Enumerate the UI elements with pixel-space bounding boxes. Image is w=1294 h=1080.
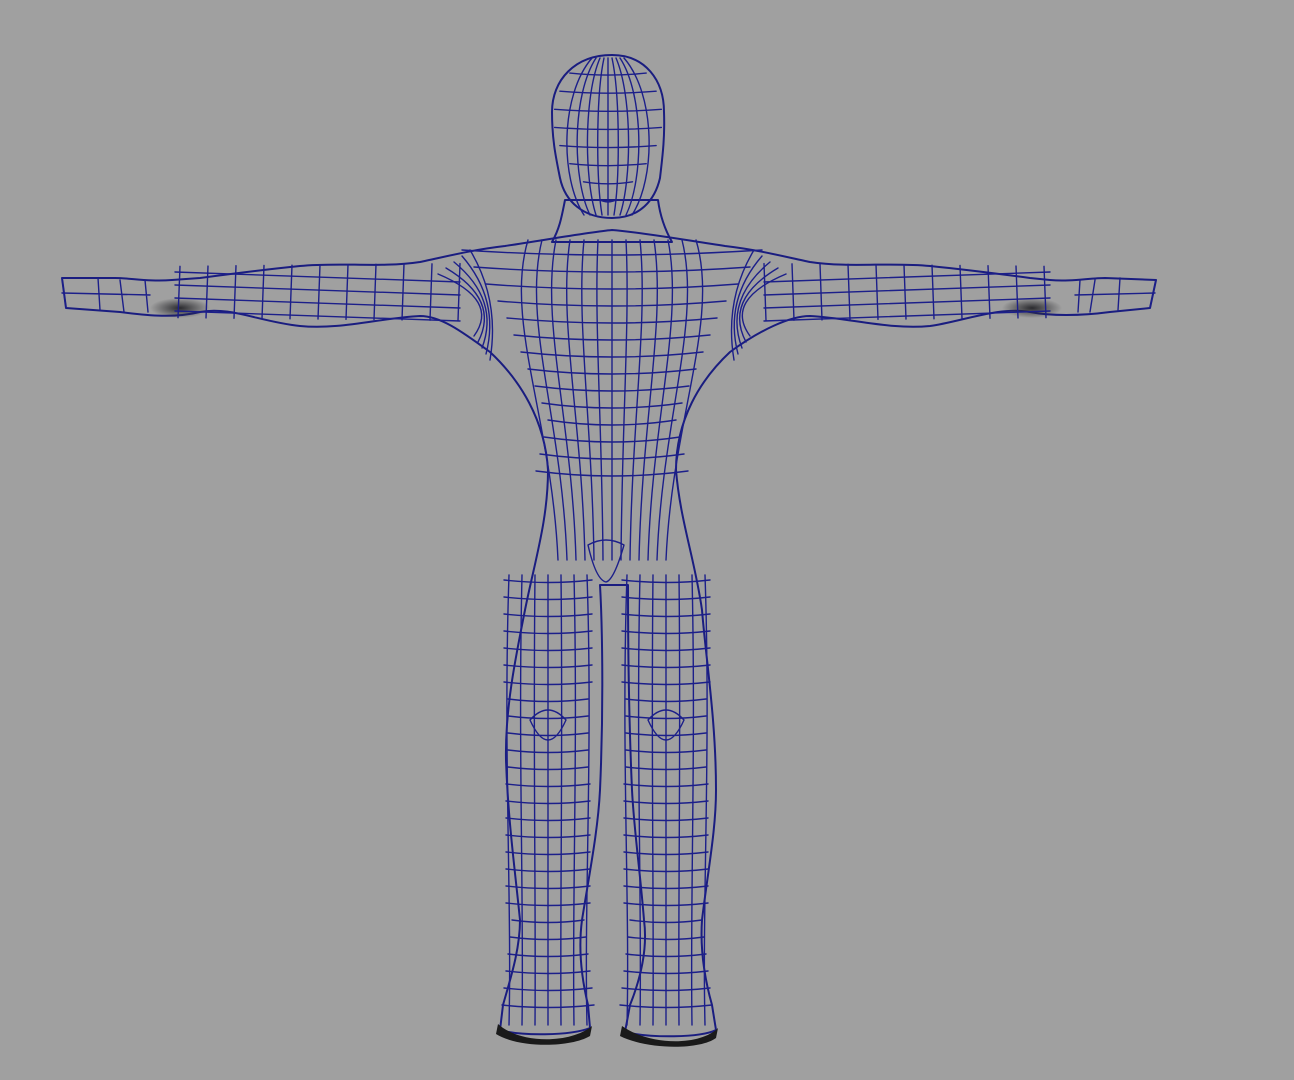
arm-ring-line [401, 263, 405, 321]
arm-ring-line [289, 264, 293, 320]
torso-column-line [596, 239, 604, 561]
leg-column-line [637, 574, 642, 1026]
arm-ring-line [429, 263, 433, 321]
torso-column-line [620, 239, 628, 561]
leg-column-line [572, 574, 577, 1026]
viewport-canvas[interactable] [0, 0, 1294, 1080]
right-fingers [1074, 277, 1157, 313]
head-column-line [611, 57, 619, 216]
torso-legs-surface[interactable] [61, 229, 1157, 1038]
arm-loop-line [763, 284, 1051, 296]
mesh-wireframe[interactable] [174, 57, 1051, 1026]
arm-ring-line [763, 262, 767, 322]
head[interactable] [551, 54, 673, 243]
contact-shadows [150, 298, 1062, 1047]
leg-column-line [624, 574, 629, 1026]
left-fingers [61, 277, 151, 313]
arm-loop-line [763, 271, 1051, 283]
leg-column-line [519, 574, 524, 1026]
arm-ring-line [317, 264, 321, 320]
arm-loop-line [174, 297, 461, 309]
head-column-line [597, 57, 605, 216]
arm-ring-line [261, 264, 265, 320]
arm-ring-line [457, 262, 461, 322]
shoulder-line [461, 255, 491, 355]
leg-column-line [560, 574, 563, 1026]
hand-fingers-wire [61, 277, 1157, 313]
leg-column-line [585, 574, 590, 1026]
right-hand-shadow [1002, 298, 1062, 318]
leg-column-line [678, 574, 681, 1026]
arm-loop-line [174, 284, 461, 296]
arm-ring-line [791, 263, 795, 321]
mesh-shaded-surface[interactable] [61, 229, 1157, 1038]
arm-ring-line [931, 264, 935, 320]
leg-column-line [533, 574, 536, 1026]
arm-loop-line [174, 271, 461, 283]
3d-viewport[interactable] [0, 0, 1294, 1080]
leg-column-line [690, 574, 695, 1026]
left-hand-shadow [150, 298, 210, 318]
arm-ring-line [903, 264, 907, 320]
head-column-line [566, 57, 593, 216]
head-column-line [623, 57, 650, 216]
arm-ring-line [959, 264, 963, 320]
arm-ring-line [875, 263, 879, 321]
arm-ring-line [819, 263, 823, 321]
arm-ring-line [345, 263, 349, 321]
leg-column-line [651, 574, 654, 1026]
